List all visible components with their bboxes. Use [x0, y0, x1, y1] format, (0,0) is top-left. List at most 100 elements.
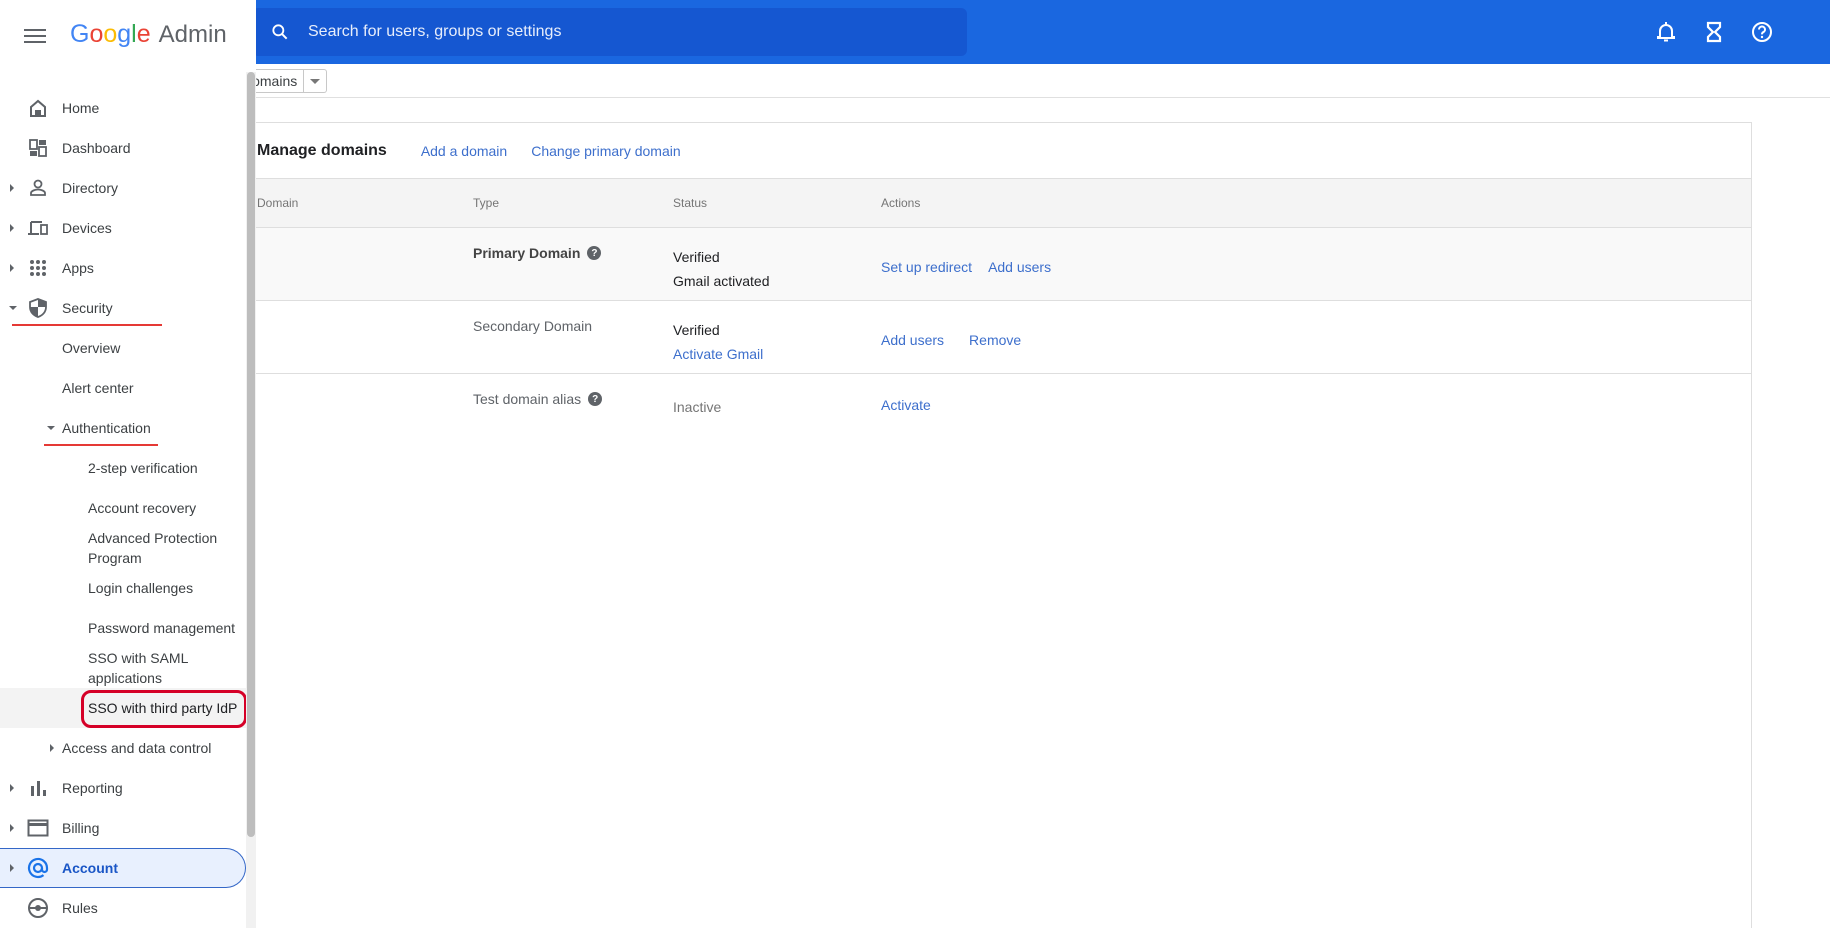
sidebar-item-account[interactable]: Account — [0, 848, 246, 888]
sidebar-item-advanced-protection[interactable]: Advanced Protection Program — [0, 528, 246, 568]
sidebar-item-label: Access and data control — [62, 740, 212, 756]
dashboard-icon — [26, 136, 50, 160]
sidebar-item-2-step-verification[interactable]: 2-step verification — [0, 448, 246, 488]
breadcrumb-domains-dropdown[interactable]: Domains — [242, 69, 328, 93]
search-input[interactable] — [308, 23, 908, 41]
status-verified: Verified — [673, 249, 720, 265]
add-users-link[interactable]: Add users — [881, 332, 944, 348]
row-actions: Set up redirect Add users — [881, 259, 1067, 275]
sidebar-item-account-recovery[interactable]: Account recovery — [0, 488, 246, 528]
sidebar-item-apps[interactable]: Apps — [0, 248, 246, 288]
notifications-bell-icon[interactable] — [1650, 16, 1682, 48]
logo-letter: o — [103, 20, 118, 48]
sidebar-item-sso-saml[interactable]: SSO with SAML applications — [0, 648, 246, 688]
activate-link[interactable]: Activate — [881, 397, 931, 413]
sidebar-item-alert-center[interactable]: Alert center — [0, 368, 246, 408]
sidebar-item-label: Overview — [62, 340, 121, 356]
collapse-arrow-icon[interactable] — [47, 426, 55, 430]
sidebar-item-label: Security — [62, 300, 113, 316]
card-header: Manage domains Add a domain Change prima… — [256, 123, 1751, 179]
sidebar-item-login-challenges[interactable]: Login challenges — [0, 568, 246, 608]
sidebar-item-label: Apps — [62, 260, 94, 276]
row-actions: Activate — [881, 397, 947, 413]
logo-letter: g — [117, 20, 132, 48]
table-row: Test domain alias ? Inactive Activate — [256, 374, 1751, 434]
sidebar-item-label: Dashboard — [62, 140, 131, 156]
help-icon[interactable]: ? — [587, 246, 602, 260]
sidebar-item-reporting[interactable]: Reporting — [0, 768, 246, 808]
sidebar-item-label: SSO with third party IdP — [88, 700, 238, 716]
expand-arrow-icon[interactable] — [50, 744, 54, 752]
domain-status: Inactive — [673, 395, 721, 419]
expand-arrow-icon[interactable] — [10, 264, 14, 272]
sidebar-item-security[interactable]: Security — [0, 288, 246, 328]
set-up-redirect-link[interactable]: Set up redirect — [881, 259, 972, 275]
help-icon[interactable] — [1746, 16, 1778, 48]
expand-arrow-icon[interactable] — [10, 224, 14, 232]
expand-arrow-icon[interactable] — [10, 184, 14, 192]
add-domain-link[interactable]: Add a domain — [421, 143, 507, 159]
devices-icon — [26, 216, 50, 240]
home-icon — [26, 96, 50, 120]
tasks-hourglass-icon[interactable] — [1698, 16, 1730, 48]
sidebar-scrollbar[interactable] — [246, 72, 256, 928]
sidebar-item-directory[interactable]: Directory — [0, 168, 246, 208]
sidebar-item-label: Authentication — [62, 420, 151, 436]
activate-gmail-link[interactable]: Activate Gmail — [673, 342, 763, 366]
column-header-type[interactable]: Type — [473, 196, 499, 210]
domain-type: Primary Domain ? — [473, 245, 602, 261]
sidebar-item-label: Alert center — [62, 380, 134, 396]
expand-arrow-icon[interactable] — [10, 784, 14, 792]
help-icon[interactable]: ? — [588, 392, 603, 406]
breadcrumb: Domains — [242, 64, 1830, 98]
search-icon[interactable] — [252, 22, 308, 42]
sidebar-item-overview[interactable]: Overview — [0, 328, 246, 368]
sidebar-item-access-data-control[interactable]: Access and data control — [0, 728, 246, 768]
sidebar-item-devices[interactable]: Devices — [0, 208, 246, 248]
domain-type: Test domain alias ? — [473, 391, 603, 407]
annotation-underline — [12, 324, 162, 326]
sidebar-item-label: Password management — [88, 620, 236, 636]
scrollbar-thumb[interactable] — [247, 72, 255, 837]
logo-letter: G — [70, 20, 90, 48]
bar-chart-icon — [26, 776, 50, 800]
domain-status: Verified Gmail activated — [673, 245, 769, 293]
column-header-status[interactable]: Status — [673, 196, 707, 210]
table-header: Domain Type Status Actions — [256, 179, 1751, 228]
sidebar-item-password-management[interactable]: Password management — [0, 608, 246, 648]
table-row: Secondary Domain Verified Activate Gmail… — [256, 301, 1751, 374]
chevron-down-icon[interactable] — [304, 78, 326, 84]
sidebar-item-rules[interactable]: Rules — [0, 888, 246, 928]
sidebar-item-billing[interactable]: Billing — [0, 808, 246, 848]
domain-type-label: Test domain alias — [473, 391, 582, 407]
rules-icon — [26, 896, 50, 920]
domain-status: Verified Activate Gmail — [673, 318, 763, 366]
expand-arrow-icon[interactable] — [10, 824, 14, 832]
expand-arrow-icon[interactable] — [10, 864, 14, 872]
sidebar: Google Admin Home Dashboard Directory De… — [0, 0, 256, 928]
status-inactive: Inactive — [673, 399, 722, 415]
column-header-domain[interactable]: Domain — [257, 196, 298, 210]
sidebar-item-label: Account recovery — [88, 500, 197, 516]
row-actions: Add users Remove — [881, 332, 1037, 348]
google-admin-logo[interactable]: Google Admin — [70, 20, 227, 49]
change-primary-domain-link[interactable]: Change primary domain — [531, 143, 680, 159]
sidebar-item-home[interactable]: Home — [0, 88, 246, 128]
sidebar-item-dashboard[interactable]: Dashboard — [0, 128, 246, 168]
search-bar[interactable] — [252, 8, 967, 56]
sidebar-item-label: Home — [62, 100, 100, 116]
domain-type-label: Primary Domain — [473, 245, 581, 261]
status-verified: Verified — [673, 322, 720, 338]
sidebar-item-label: Rules — [62, 900, 98, 916]
sidebar-item-sso-third-party-idp[interactable]: SSO with third party IdP — [0, 688, 247, 728]
sidebar-item-label: Account — [62, 860, 118, 876]
logo-admin-text: Admin — [158, 21, 227, 48]
logo-letter: o — [89, 20, 104, 48]
collapse-arrow-icon[interactable] — [9, 306, 17, 310]
remove-link[interactable]: Remove — [969, 332, 1021, 348]
add-users-link[interactable]: Add users — [988, 259, 1051, 275]
main-menu-icon[interactable] — [24, 26, 46, 46]
domain-type: Secondary Domain — [473, 318, 592, 334]
sidebar-item-authentication[interactable]: Authentication — [0, 408, 246, 448]
credit-card-icon — [26, 816, 50, 840]
